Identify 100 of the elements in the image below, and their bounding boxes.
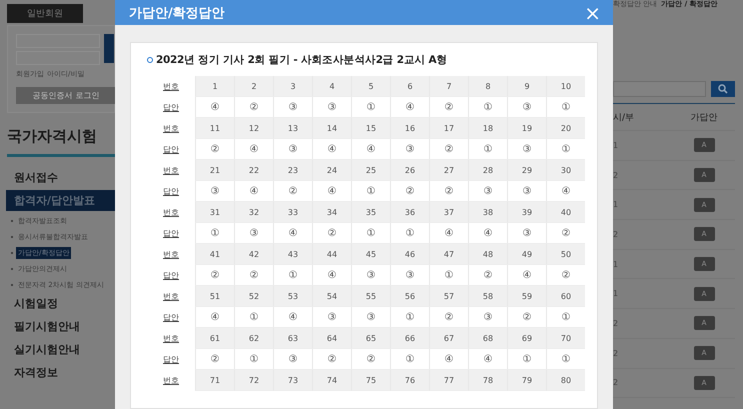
answer-cell: ④ — [273, 223, 312, 244]
answer-cell: ① — [273, 265, 312, 286]
row-label: 답안 — [162, 186, 180, 198]
answer-cell: ④ — [312, 139, 351, 160]
answer-cell: ④ — [507, 265, 546, 286]
answer-cell: ③ — [351, 265, 390, 286]
answer-cell: ④ — [195, 307, 234, 328]
row-label: 답안 — [162, 354, 180, 366]
answer-cell: ③ — [507, 97, 546, 118]
question-number-cell: 15 — [351, 118, 390, 139]
answer-cell: ③ — [195, 181, 234, 202]
menu-item[interactable]: 원서접수 — [6, 167, 115, 188]
answer-cell: ② — [429, 97, 468, 118]
menu-item[interactable]: 자격정보 — [6, 362, 115, 383]
table-cell-text: 2 — [613, 378, 620, 388]
answer-cell: ① — [390, 349, 429, 370]
answer-cell: ① — [390, 223, 429, 244]
answer-cell: ② — [429, 181, 468, 202]
row-label: 번호 — [162, 249, 180, 261]
question-number-cell: 3 — [273, 76, 312, 97]
search-button[interactable] — [711, 81, 735, 97]
answer-cell: ② — [507, 307, 546, 328]
question-number-cell: 73 — [273, 370, 312, 391]
question-number-cell: 19 — [507, 118, 546, 139]
question-number-cell: 12 — [234, 118, 273, 139]
answer-cell: ① — [546, 139, 585, 160]
answer-cell: ① — [195, 223, 234, 244]
close-button[interactable]: × — [584, 2, 601, 22]
question-number-cell: 10 — [546, 76, 585, 97]
answer-cell: ④ — [273, 307, 312, 328]
menu-item[interactable]: 합격자/답안발표 — [6, 190, 115, 211]
question-number-cell: 60 — [546, 286, 585, 307]
answer-cell: ② — [234, 97, 273, 118]
question-number-cell: 42 — [234, 244, 273, 265]
question-number-cell: 11 — [195, 118, 234, 139]
answer-cell: ③ — [273, 349, 312, 370]
menu-item[interactable]: 시험일정 — [6, 293, 115, 314]
member-tab[interactable]: 일반회원 — [7, 4, 83, 23]
answer-cell: ② — [546, 223, 585, 244]
column-header: 가답안 — [690, 112, 718, 124]
question-number-cell: 49 — [507, 244, 546, 265]
question-number-cell: 21 — [195, 160, 234, 181]
question-number-cell: 59 — [507, 286, 546, 307]
question-number-cell: 37 — [429, 202, 468, 223]
question-number-cell: 35 — [351, 202, 390, 223]
question-number-cell: 67 — [429, 328, 468, 349]
login-button[interactable] — [104, 34, 114, 63]
table-cell-text: 1 — [613, 200, 620, 210]
question-number-cell: 62 — [234, 328, 273, 349]
question-number-cell: 6 — [390, 76, 429, 97]
answer-cell: ① — [468, 139, 507, 160]
row-label: 답안 — [162, 270, 180, 282]
question-number-cell: 77 — [429, 370, 468, 391]
menu-item[interactable]: 필기시험안내 — [6, 316, 115, 337]
answer-cell: ③ — [312, 97, 351, 118]
question-number-cell: 27 — [429, 160, 468, 181]
question-number-cell: 7 — [429, 76, 468, 97]
answer-cell: ③ — [273, 97, 312, 118]
question-number-cell: 76 — [390, 370, 429, 391]
question-number-cell: 24 — [312, 160, 351, 181]
answer-cell: ① — [546, 97, 585, 118]
question-number-cell: 36 — [390, 202, 429, 223]
table-cell-text: 2 — [613, 170, 620, 180]
answer-cell: ③ — [468, 307, 507, 328]
menu-item[interactable]: 실기시험안내 — [6, 339, 115, 360]
question-number-cell: 18 — [468, 118, 507, 139]
answer-cell: ④ — [546, 181, 585, 202]
ring-bullet-icon — [147, 57, 153, 63]
answer-cell: ④ — [468, 223, 507, 244]
answer-cell: ④ — [429, 223, 468, 244]
question-number-cell: 71 — [195, 370, 234, 391]
answer-cell: ② — [234, 265, 273, 286]
question-number-cell: 79 — [507, 370, 546, 391]
question-number-cell: 32 — [234, 202, 273, 223]
answer-cell: ③ — [390, 139, 429, 160]
question-number-cell: 31 — [195, 202, 234, 223]
question-number-cell: 72 — [234, 370, 273, 391]
answer-cell: ② — [195, 265, 234, 286]
question-number-cell: 57 — [429, 286, 468, 307]
question-number-cell: 66 — [390, 328, 429, 349]
answer-cell: ① — [351, 223, 390, 244]
answer-cell: ① — [546, 307, 585, 328]
question-number-cell: 8 — [468, 76, 507, 97]
question-number-cell: 43 — [273, 244, 312, 265]
table-cell-text: 1 — [613, 260, 620, 269]
question-number-cell: 78 — [468, 370, 507, 391]
question-number-cell: 54 — [312, 286, 351, 307]
answer-cell: ④ — [351, 139, 390, 160]
certificate-login-button[interactable]: 공동인증서 로그인 — [16, 87, 115, 104]
answer-cell: ② — [312, 349, 351, 370]
answer-cell: ③ — [390, 265, 429, 286]
row-label: 답안 — [162, 144, 180, 156]
question-number-cell: 5 — [351, 76, 390, 97]
row-label: 번호 — [162, 207, 180, 219]
search-field[interactable] — [613, 81, 706, 97]
question-number-cell: 47 — [429, 244, 468, 265]
section-heading: 국가자격시험 — [7, 127, 98, 146]
question-number-cell: 14 — [312, 118, 351, 139]
question-number-cell: 33 — [273, 202, 312, 223]
answer-cell: ② — [390, 181, 429, 202]
